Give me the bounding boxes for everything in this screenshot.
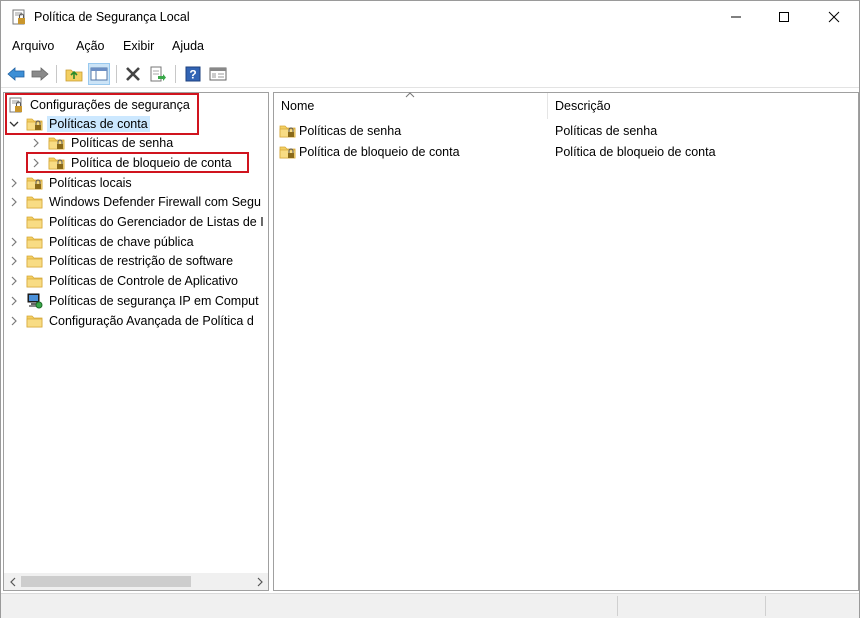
forward-arrow-icon (31, 67, 49, 81)
tree-item-label: Políticas do Gerenciador de Listas de I (49, 214, 264, 229)
tree-item-label: Configuração Avançada de Política d (49, 313, 254, 328)
tree-item-label: Políticas de restrição de software (49, 253, 234, 268)
window-title: Política de Segurança Local (34, 10, 190, 24)
toolbar-separator (175, 65, 176, 83)
column-header-nome[interactable]: Nome (274, 93, 547, 119)
up-folder-button[interactable] (63, 63, 85, 85)
chevron-right-icon[interactable] (8, 196, 20, 208)
folder-lock-icon (26, 175, 43, 191)
help-button[interactable]: ? (182, 63, 204, 85)
maximize-button[interactable] (761, 1, 807, 33)
svg-text:?: ? (189, 68, 196, 82)
status-separator (617, 596, 618, 616)
export-list-button[interactable] (147, 63, 169, 85)
list-item-description: Política de bloqueio de conta (555, 145, 716, 159)
list-item-name-text: Política de bloqueio de conta (299, 145, 460, 159)
tree-item-label: Windows Defender Firewall com Segu (49, 194, 261, 209)
tree-item-politicas-locais[interactable]: Políticas locais (8, 173, 134, 192)
tree-item-label: Políticas de segurança IP em Comput (49, 293, 259, 308)
list-item-description: Políticas de senha (555, 124, 658, 138)
delete-button[interactable] (122, 63, 144, 85)
properties-icon (209, 67, 227, 81)
tree-item-configuracao-avancada[interactable]: Configuração Avançada de Política d (8, 311, 256, 330)
chevron-right-icon[interactable] (8, 255, 20, 267)
show-hide-tree-button[interactable] (88, 63, 110, 85)
scroll-right-button[interactable] (251, 573, 268, 590)
tree-item-gerenciador-listas[interactable]: Políticas do Gerenciador de Listas de I (8, 212, 266, 231)
scroll-left-button[interactable] (4, 573, 21, 590)
horizontal-scrollbar[interactable] (4, 573, 268, 590)
highlight-box-lockout-policy (26, 152, 249, 173)
tree-item-restricao-software[interactable]: Políticas de restrição de software (8, 251, 235, 270)
highlight-box-account-policies (5, 93, 199, 135)
folder-lock-icon (48, 135, 65, 151)
list-item-name[interactable]: Política de bloqueio de conta (279, 144, 460, 160)
folder-lock-icon (279, 123, 296, 139)
chevron-right-icon[interactable] (8, 295, 20, 307)
tree-item-controle-aplicativo[interactable]: Políticas de Controle de Aplicativo (8, 271, 240, 290)
export-list-icon (150, 66, 166, 82)
tree-item-chave-publica[interactable]: Políticas de chave pública (8, 232, 196, 251)
status-separator (765, 596, 766, 616)
chevron-right-icon[interactable] (8, 315, 20, 327)
delete-icon (126, 67, 140, 81)
back-arrow-icon (7, 67, 25, 81)
menu-ajuda[interactable]: Ajuda (172, 39, 204, 53)
properties-button[interactable] (207, 63, 229, 85)
maximize-icon (779, 12, 789, 22)
folder-icon (26, 234, 43, 250)
list-item[interactable]: Políticas de senha Políticas de senha (274, 121, 858, 141)
tree-item-politicas-de-senha[interactable]: Políticas de senha (30, 133, 175, 152)
chevron-right-icon (257, 577, 263, 586)
menu-arquivo[interactable]: Arquivo (12, 39, 54, 53)
folder-icon (26, 273, 43, 289)
list-item[interactable]: Política de bloqueio de conta Política d… (274, 142, 858, 162)
menu-acao[interactable]: Ação (76, 39, 105, 53)
column-header-descricao[interactable]: Descrição (548, 93, 858, 119)
chevron-right-icon[interactable] (8, 275, 20, 287)
show-hide-tree-icon (90, 67, 108, 81)
tree-item-spacer (8, 216, 20, 228)
chevron-right-icon[interactable] (8, 236, 20, 248)
title-bar[interactable]: Política de Segurança Local (1, 1, 859, 34)
help-icon: ? (185, 66, 201, 82)
status-bar (1, 593, 859, 618)
tree-item-windows-defender-firewall[interactable]: Windows Defender Firewall com Segu (8, 192, 263, 211)
security-policy-icon (11, 9, 27, 25)
close-button[interactable] (811, 1, 857, 33)
tree-pane[interactable]: Configurações de segurança Políticas de … (3, 92, 269, 591)
tree-item-label: Políticas locais (49, 175, 132, 190)
folder-lock-icon (279, 144, 296, 160)
toolbar-separator (56, 65, 57, 83)
list-item-name[interactable]: Políticas de senha (279, 123, 401, 139)
list-pane[interactable]: Nome Descrição Políticas de senha Políti… (273, 92, 859, 591)
tree-item-label: Políticas de senha (71, 135, 174, 150)
scroll-thumb[interactable] (21, 576, 191, 587)
folder-icon (26, 214, 43, 230)
up-folder-icon (65, 69, 83, 82)
minimize-button[interactable] (713, 1, 759, 33)
toolbar-separator (116, 65, 117, 83)
toolbar: ? (1, 60, 859, 88)
tree-item-seguranca-ip[interactable]: Políticas de segurança IP em Comput (8, 291, 261, 310)
forward-button[interactable] (29, 63, 51, 85)
back-button[interactable] (5, 63, 27, 85)
chevron-right-icon[interactable] (8, 177, 20, 189)
list-item-name-text: Políticas de senha (299, 124, 402, 138)
chevron-left-icon (9, 577, 15, 586)
tree-item-label: Políticas de Controle de Aplicativo (49, 273, 238, 288)
folder-icon (26, 194, 43, 210)
network-computer-icon (26, 293, 43, 309)
tree-item-label: Políticas de chave pública (49, 234, 194, 249)
close-icon (828, 11, 840, 23)
chevron-right-icon[interactable] (30, 137, 42, 149)
folder-icon (26, 253, 43, 269)
main-window: Política de Segurança Local Arquivo Ação… (0, 0, 860, 618)
menu-bar: Arquivo Ação Exibir Ajuda (1, 35, 859, 59)
minimize-icon (731, 16, 741, 18)
folder-icon (26, 313, 43, 329)
menu-exibir[interactable]: Exibir (123, 39, 154, 53)
